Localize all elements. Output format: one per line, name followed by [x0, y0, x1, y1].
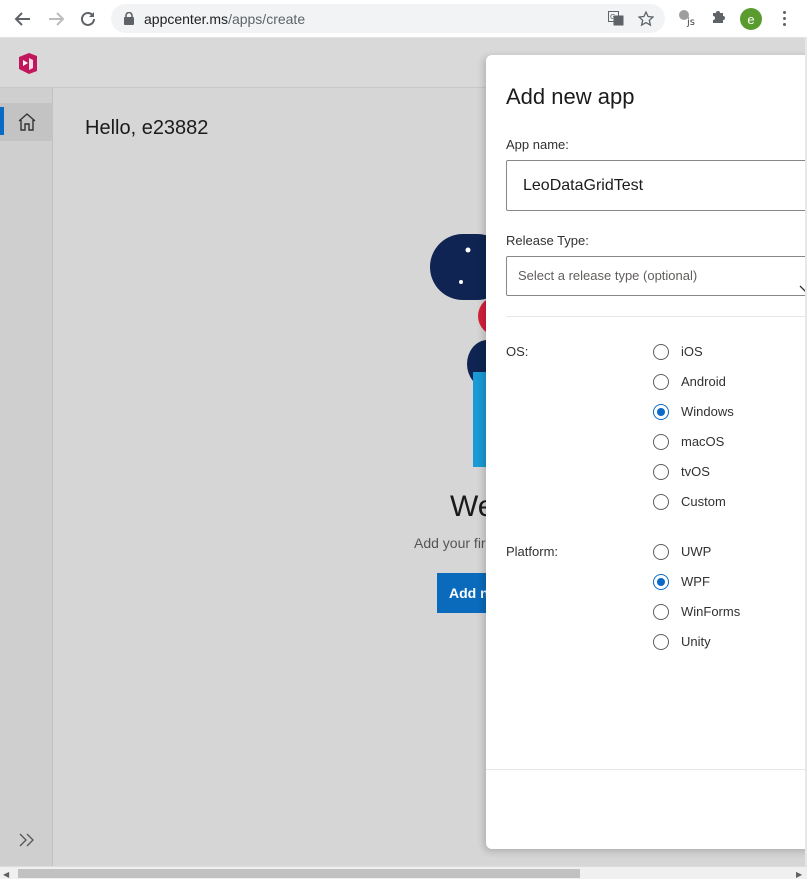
scrollbar-thumb[interactable] — [18, 869, 580, 878]
footer-divider — [486, 769, 807, 770]
radio-label: Unity — [681, 634, 711, 649]
lock-icon — [124, 11, 134, 30]
os-option-ios[interactable]: iOS — [652, 342, 792, 362]
app-name-input[interactable]: LeoDataGridTest — [506, 160, 807, 211]
scroll-left-arrow-icon[interactable]: ◀ — [3, 870, 9, 879]
left-nav-rail — [0, 88, 53, 866]
browser-toolbar: appcenter.ms/apps/create G js e — [0, 0, 807, 38]
visual-studio-app-center-logo-icon[interactable] — [16, 52, 39, 74]
url-host: appcenter.ms — [144, 11, 229, 27]
radio-circle[interactable] — [653, 544, 669, 560]
radio-label: iOS — [681, 344, 703, 359]
radio-circle[interactable] — [653, 604, 669, 620]
address-bar[interactable]: appcenter.ms/apps/create G — [111, 4, 665, 33]
nav-home[interactable] — [0, 103, 53, 141]
radio-circle[interactable] — [653, 344, 669, 360]
horizontal-scrollbar[interactable]: ◀ ▶ — [0, 866, 807, 879]
release-type-label: Release Type: — [506, 233, 589, 248]
profile-avatar[interactable]: e — [740, 8, 762, 30]
panel-title: Add new app — [506, 84, 635, 109]
radio-label: Custom — [681, 494, 726, 509]
radio-label: WPF — [681, 574, 710, 589]
forward-icon[interactable] — [45, 8, 67, 30]
radio-label: tvOS — [681, 464, 710, 479]
extensions-puzzle-icon[interactable] — [710, 9, 727, 31]
os-option-macos[interactable]: macOS — [652, 432, 792, 452]
svg-text:js: js — [686, 17, 695, 27]
radio-label: UWP — [681, 544, 712, 559]
expand-nav-icon[interactable] — [18, 832, 36, 853]
reload-icon[interactable] — [77, 8, 99, 30]
translate-icon[interactable]: G — [608, 11, 624, 31]
os-option-windows[interactable]: Windows — [652, 402, 792, 422]
url-path: /apps/create — [228, 11, 306, 27]
release-type-placeholder: Select a release type (optional) — [518, 268, 698, 283]
platform-option-winforms[interactable]: WinForms — [652, 602, 792, 622]
platform-label: Platform: — [506, 544, 559, 559]
radio-circle[interactable] — [653, 574, 669, 590]
radio-circle[interactable] — [653, 464, 669, 480]
os-option-custom[interactable]: Custom — [652, 492, 792, 512]
release-type-select[interactable]: Select a release type (optional) — [506, 256, 807, 296]
welcome-subtitle: Add your fir — [414, 535, 486, 551]
os-option-android[interactable]: Android — [652, 372, 792, 392]
greeting: Hello, e23882 — [85, 117, 209, 139]
radio-circle[interactable] — [653, 634, 669, 650]
platform-option-unity[interactable]: Unity — [652, 632, 792, 652]
platform-option-uwp[interactable]: UWP — [652, 542, 792, 562]
url-text: appcenter.ms/apps/create — [144, 11, 305, 27]
radio-label: Windows — [681, 404, 734, 419]
js-extension-icon[interactable]: js — [678, 9, 698, 32]
radio-label: macOS — [681, 434, 725, 449]
os-option-tvos[interactable]: tvOS — [652, 462, 792, 482]
radio-label: Android — [681, 374, 726, 389]
platform-option-wpf[interactable]: WPF — [652, 572, 792, 592]
radio-label: WinForms — [681, 604, 741, 619]
svg-text:G: G — [610, 13, 615, 21]
nav-active-indicator — [0, 107, 4, 135]
home-icon — [17, 112, 37, 136]
browser-menu-icon[interactable] — [780, 9, 788, 29]
radio-circle[interactable] — [653, 434, 669, 450]
radio-circle[interactable] — [653, 374, 669, 390]
star-icon[interactable] — [637, 10, 655, 32]
radio-circle[interactable] — [653, 404, 669, 420]
back-icon[interactable] — [12, 8, 34, 30]
app-name-label: App name: — [506, 137, 569, 152]
add-new-app-panel: Add new app App name: LeoDataGridTest Re… — [486, 55, 807, 849]
radio-circle[interactable] — [653, 494, 669, 510]
divider — [506, 316, 807, 317]
scroll-right-arrow-icon[interactable]: ▶ — [796, 870, 802, 879]
os-label: OS: — [506, 344, 529, 359]
